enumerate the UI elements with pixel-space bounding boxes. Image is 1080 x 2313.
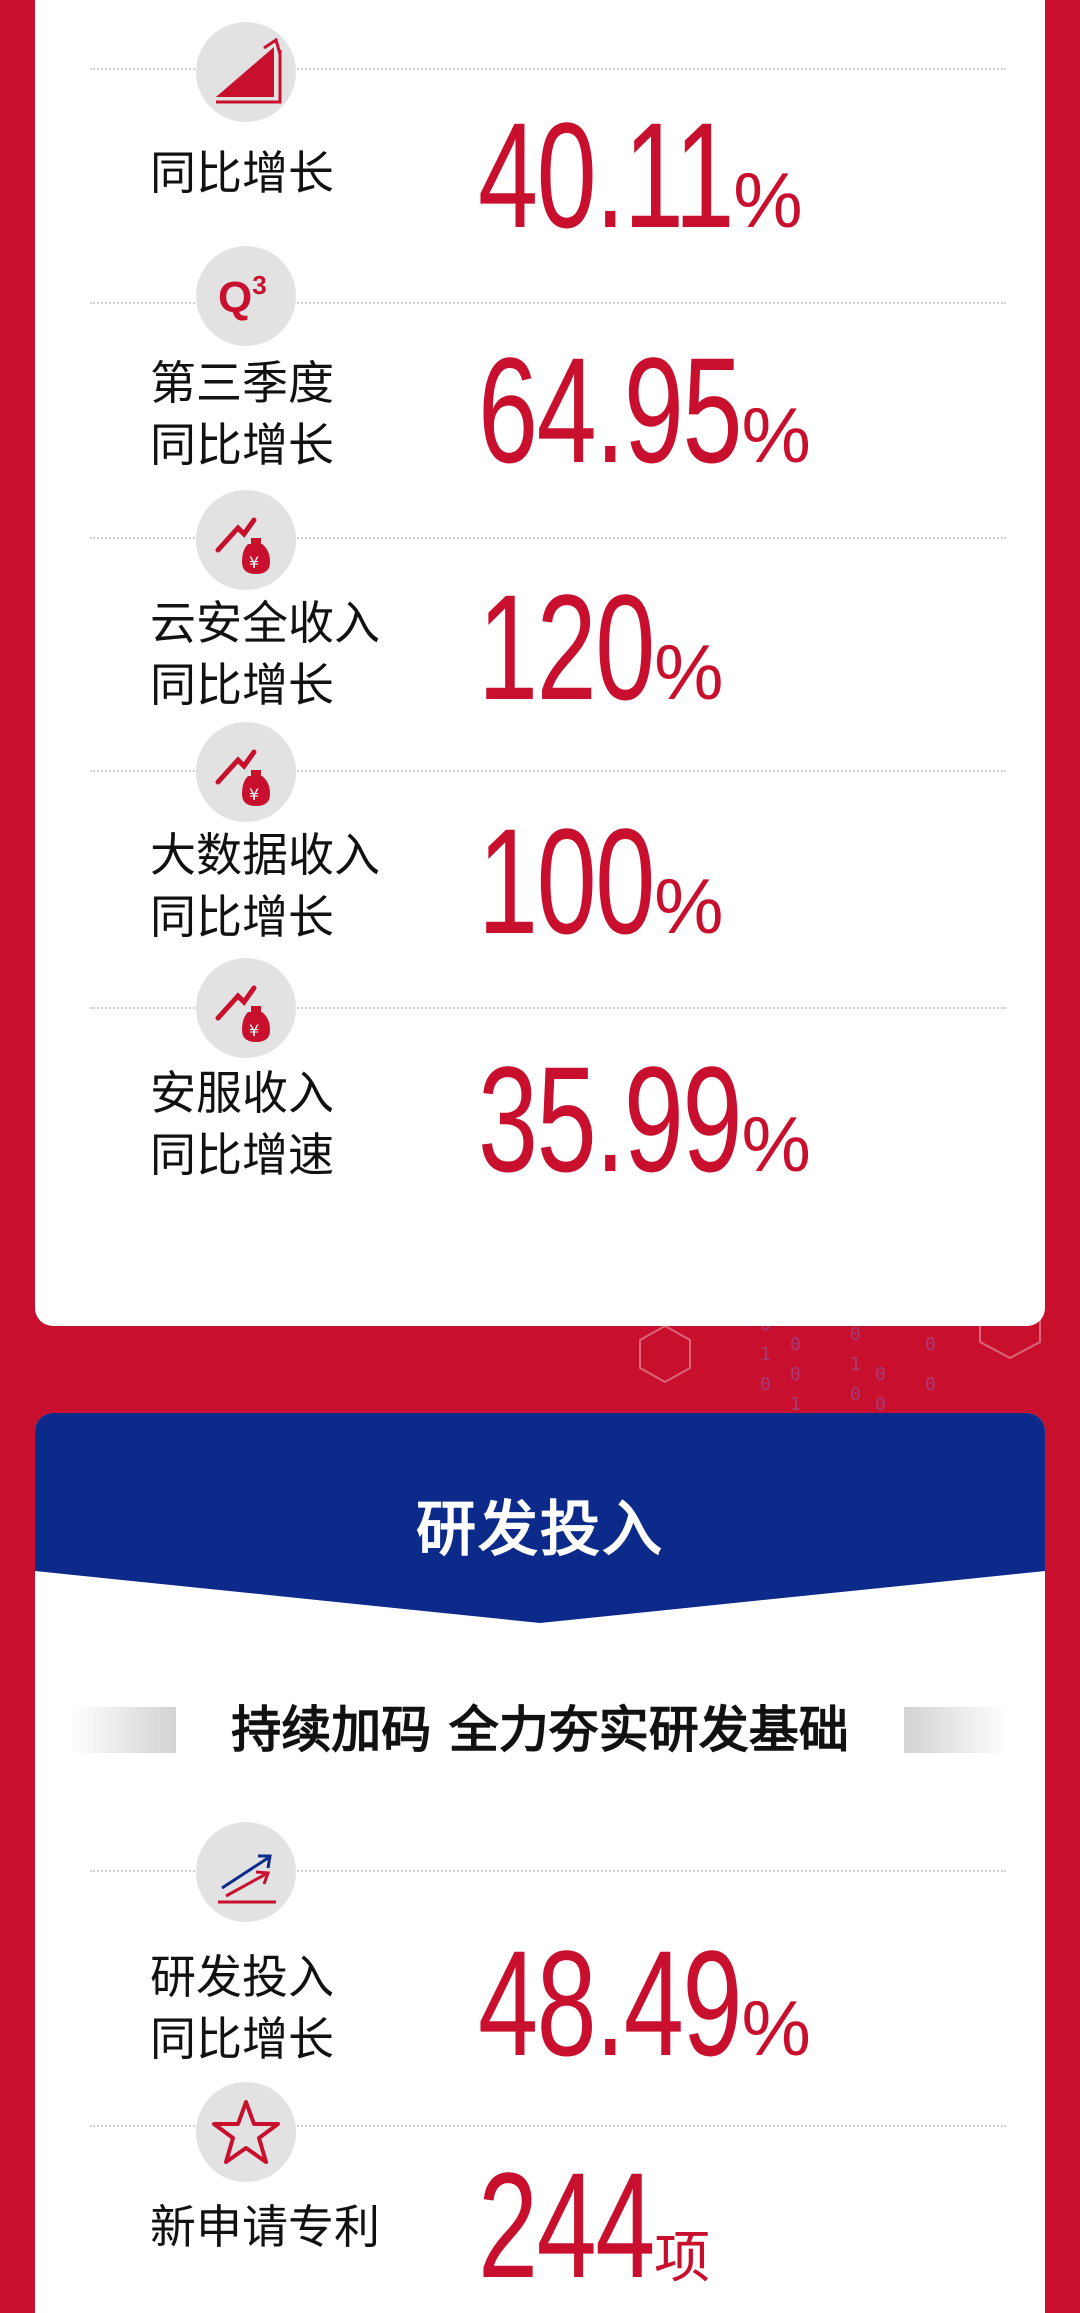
- metric-value: 120%: [478, 572, 724, 722]
- metric-number: 35.99: [478, 1035, 743, 1203]
- metric-label-line: 研发投入: [150, 1950, 334, 2004]
- metric-value: 244项: [478, 2150, 710, 2300]
- metric-unit: 项: [654, 2226, 711, 2291]
- svg-text:¥: ¥: [249, 553, 259, 572]
- metric-unit: %: [741, 1100, 811, 1188]
- svg-text:¥: ¥: [249, 785, 259, 804]
- metric-label-line: 同比增长: [150, 890, 334, 944]
- metric-label-line: 同比增长: [150, 2012, 334, 2066]
- metric-label: 安服收入 同比增速: [150, 1062, 334, 1186]
- metric-label-line: 同比增长: [150, 658, 334, 712]
- subtitle-bar-left: [70, 1707, 176, 1753]
- metric-value: 64.95%: [478, 335, 811, 485]
- metric-label-line: 大数据收入: [150, 828, 380, 882]
- metric-number: 48.49: [478, 1919, 743, 2087]
- metric-number: 244: [478, 2141, 655, 2309]
- svg-text:0: 0: [875, 1394, 886, 1415]
- metric-value: 48.49%: [478, 1928, 811, 2078]
- svg-text:0: 0: [875, 1364, 886, 1385]
- money-bag-growth-icon: ¥: [196, 958, 296, 1058]
- metric-number: 40.11: [478, 91, 734, 259]
- metric-label: 同比增长: [150, 142, 334, 204]
- growth-chart-icon: [196, 22, 296, 122]
- metric-value: 100%: [478, 806, 724, 956]
- svg-text:1: 1: [760, 1344, 771, 1365]
- metric-value: 35.99%: [478, 1044, 811, 1194]
- svg-text:0: 0: [790, 1364, 801, 1385]
- metric-label-line: 同比增长: [150, 146, 334, 200]
- metric-unit: %: [654, 862, 724, 950]
- svg-text:¥: ¥: [249, 1021, 259, 1040]
- money-bag-growth-icon: ¥: [196, 722, 296, 822]
- svg-text:0: 0: [790, 1334, 801, 1355]
- metric-unit: %: [741, 391, 811, 479]
- star-icon: [196, 2082, 296, 2182]
- metric-label: 研发投入 同比增长: [150, 1946, 334, 2070]
- metric-unit: %: [733, 156, 803, 244]
- svg-text:1: 1: [850, 1354, 861, 1375]
- metric-label-line: 新申请专利: [150, 2200, 380, 2254]
- metric-unit: %: [741, 1984, 811, 2072]
- money-bag-growth-icon: ¥: [196, 490, 296, 590]
- svg-text:0: 0: [925, 1374, 936, 1395]
- metric-value: 40.11%: [478, 100, 803, 250]
- metric-number: 100: [478, 797, 655, 965]
- svg-text:0: 0: [925, 1334, 936, 1355]
- svg-text:0: 0: [850, 1324, 861, 1345]
- metric-label-line: 第三季度: [150, 356, 334, 410]
- svg-text:1: 1: [790, 1394, 801, 1415]
- metric-label: 大数据收入 同比增长: [150, 824, 380, 948]
- metric-label-line: 安服收入: [150, 1066, 334, 1120]
- metric-unit: %: [654, 628, 724, 716]
- trend-arrows-icon: [196, 1822, 296, 1922]
- svg-text:0: 0: [850, 1384, 861, 1405]
- metric-label-line: 同比增速: [150, 1128, 334, 1182]
- svg-text:0: 0: [760, 1374, 771, 1395]
- section-title: 研发投入: [416, 1495, 664, 1565]
- metric-label: 第三季度 同比增长: [150, 352, 334, 476]
- metric-label-line: 云安全收入: [150, 596, 380, 650]
- q3-icon: Q3: [196, 246, 296, 346]
- q3-icon-letter: Q3: [218, 270, 267, 322]
- subtitle-text: 持续加码 全力夯实研发基础: [231, 1701, 849, 1759]
- metric-number: 64.95: [478, 326, 743, 494]
- section-subtitle: 持续加码 全力夯实研发基础: [0, 1700, 1080, 1760]
- metric-label-line: 同比增长: [150, 418, 334, 472]
- subtitle-bar-right: [904, 1707, 1010, 1753]
- metric-number: 120: [478, 563, 655, 731]
- metric-label: 云安全收入 同比增长: [150, 592, 380, 716]
- metric-label: 新申请专利: [150, 2196, 380, 2258]
